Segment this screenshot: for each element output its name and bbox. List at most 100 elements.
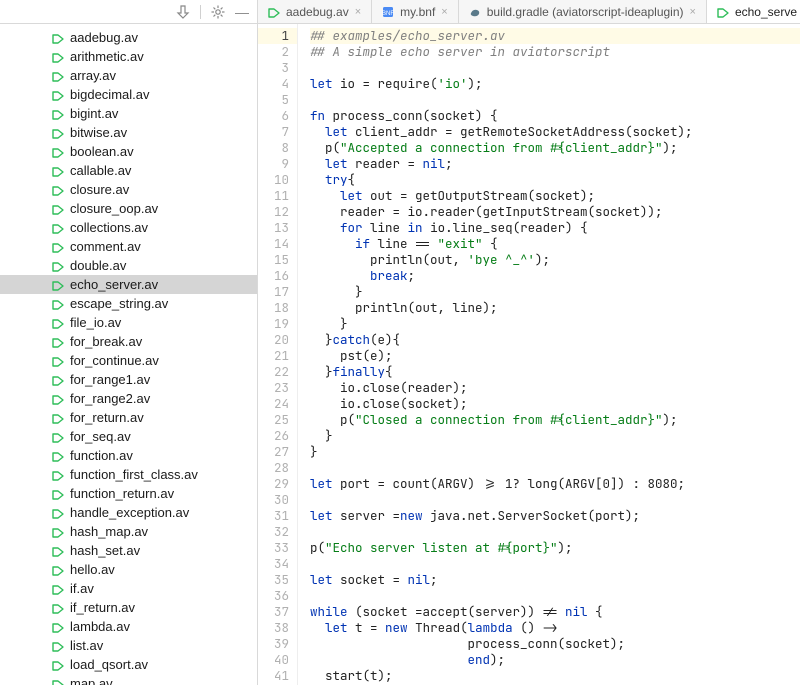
editor-tab-aadebug-av[interactable]: aadebug.av×: [258, 0, 372, 23]
line-number[interactable]: 5: [258, 92, 289, 108]
tree-file-if-av[interactable]: if.av: [0, 579, 257, 598]
tree-file-load_qsort-av[interactable]: load_qsort.av: [0, 655, 257, 674]
close-tab-icon[interactable]: ×: [441, 6, 447, 18]
line-number[interactable]: 17: [258, 284, 289, 300]
line-number[interactable]: 11: [258, 188, 289, 204]
line-number[interactable]: 39: [258, 636, 289, 652]
tree-file-handle_exception-av[interactable]: handle_exception.av: [0, 503, 257, 522]
line-number[interactable]: 40: [258, 652, 289, 668]
line-number[interactable]: 34: [258, 556, 289, 572]
tree-file-hash_set-av[interactable]: hash_set.av: [0, 541, 257, 560]
line-number[interactable]: 21: [258, 348, 289, 364]
code-line[interactable]: ## examples/echo_server.av: [310, 28, 800, 44]
code-line[interactable]: fn process_conn(socket) {: [310, 108, 800, 124]
line-number[interactable]: 6: [258, 108, 289, 124]
tree-file-closure_oop-av[interactable]: closure_oop.av: [0, 199, 257, 218]
line-number[interactable]: 37: [258, 604, 289, 620]
line-number[interactable]: 31: [258, 508, 289, 524]
code-line[interactable]: }: [310, 428, 800, 444]
code-line[interactable]: println(out, 'bye ^_^');: [310, 252, 800, 268]
code-line[interactable]: let port = count(ARGV) >= 1? long(ARGV[0…: [310, 476, 800, 492]
code-line[interactable]: reader = io.reader(getInputStream(socket…: [310, 204, 800, 220]
editor-tab-build-gradle-aviatorscript-ideaplugin-[interactable]: build.gradle (aviatorscript-ideaplugin)×: [459, 0, 707, 23]
code-line[interactable]: p("Closed a connection from #{client_add…: [310, 412, 800, 428]
line-number[interactable]: 16: [258, 268, 289, 284]
code-line[interactable]: let server =new java.net.ServerSocket(po…: [310, 508, 800, 524]
code-editor[interactable]: ## examples/echo_server.av## A simple ec…: [298, 24, 800, 685]
tree-file-for_continue-av[interactable]: for_continue.av: [0, 351, 257, 370]
tree-file-function_return-av[interactable]: function_return.av: [0, 484, 257, 503]
tree-file-bigdecimal-av[interactable]: bigdecimal.av: [0, 85, 257, 104]
tree-file-bitwise-av[interactable]: bitwise.av: [0, 123, 257, 142]
line-number[interactable]: 38: [258, 620, 289, 636]
line-number[interactable]: 24: [258, 396, 289, 412]
code-line[interactable]: [310, 524, 800, 540]
tree-file-function_first_class-av[interactable]: function_first_class.av: [0, 465, 257, 484]
code-line[interactable]: [310, 556, 800, 572]
line-number[interactable]: 19: [258, 316, 289, 332]
tree-file-file_io-av[interactable]: file_io.av: [0, 313, 257, 332]
tree-file-double-av[interactable]: double.av: [0, 256, 257, 275]
tree-file-map-av[interactable]: map.av: [0, 674, 257, 685]
code-line[interactable]: io.close(reader);: [310, 380, 800, 396]
line-number[interactable]: 3: [258, 60, 289, 76]
tree-file-for_seq-av[interactable]: for_seq.av: [0, 427, 257, 446]
line-number[interactable]: 20: [258, 332, 289, 348]
code-line[interactable]: }: [310, 316, 800, 332]
tree-file-for_range2-av[interactable]: for_range2.av: [0, 389, 257, 408]
tree-file-bigint-av[interactable]: bigint.av: [0, 104, 257, 123]
code-line[interactable]: let client_addr = getRemoteSocketAddress…: [310, 124, 800, 140]
code-line[interactable]: io.close(socket);: [310, 396, 800, 412]
line-number[interactable]: 23: [258, 380, 289, 396]
code-line[interactable]: }finally{: [310, 364, 800, 380]
line-number[interactable]: 14: [258, 236, 289, 252]
code-line[interactable]: }: [310, 444, 800, 460]
code-line[interactable]: println(out, line);: [310, 300, 800, 316]
line-number[interactable]: 13: [258, 220, 289, 236]
code-line[interactable]: let socket = nil;: [310, 572, 800, 588]
editor-tab-my-bnf[interactable]: BNFmy.bnf×: [372, 0, 459, 23]
line-number[interactable]: 35: [258, 572, 289, 588]
code-line[interactable]: let io = require('io');: [310, 76, 800, 92]
line-number[interactable]: 15: [258, 252, 289, 268]
line-number[interactable]: 2: [258, 44, 289, 60]
code-line[interactable]: [310, 60, 800, 76]
code-line[interactable]: [310, 492, 800, 508]
code-line[interactable]: start(t);: [310, 668, 800, 684]
line-number[interactable]: 18: [258, 300, 289, 316]
tree-file-lambda-av[interactable]: lambda.av: [0, 617, 257, 636]
line-number[interactable]: 32: [258, 524, 289, 540]
line-number[interactable]: 41: [258, 668, 289, 684]
code-line[interactable]: let t = new Thread(lambda () ->: [310, 620, 800, 636]
code-line[interactable]: end);: [310, 652, 800, 668]
code-line[interactable]: [310, 92, 800, 108]
line-number[interactable]: 28: [258, 460, 289, 476]
code-line[interactable]: }catch(e){: [310, 332, 800, 348]
tree-file-echo_server-av[interactable]: echo_server.av: [0, 275, 257, 294]
line-number[interactable]: 4: [258, 76, 289, 92]
line-number[interactable]: 36: [258, 588, 289, 604]
line-number[interactable]: 8: [258, 140, 289, 156]
code-line[interactable]: pst(e);: [310, 348, 800, 364]
line-number[interactable]: 26: [258, 428, 289, 444]
select-open-file-icon[interactable]: [176, 5, 190, 19]
code-line[interactable]: p("Accepted a connection from #{client_a…: [310, 140, 800, 156]
tree-file-array-av[interactable]: array.av: [0, 66, 257, 85]
tree-file-closure-av[interactable]: closure.av: [0, 180, 257, 199]
tree-file-function-av[interactable]: function.av: [0, 446, 257, 465]
tree-file-aadebug-av[interactable]: aadebug.av: [0, 28, 257, 47]
editor-tab-echo-serve[interactable]: echo_serve: [707, 0, 800, 23]
tree-file-for_break-av[interactable]: for_break.av: [0, 332, 257, 351]
tree-file-callable-av[interactable]: callable.av: [0, 161, 257, 180]
line-number[interactable]: 25: [258, 412, 289, 428]
tree-file-comment-av[interactable]: comment.av: [0, 237, 257, 256]
close-tab-icon[interactable]: ×: [690, 6, 696, 18]
tree-file-escape_string-av[interactable]: escape_string.av: [0, 294, 257, 313]
code-line[interactable]: ## A simple echo server in aviatorscript: [310, 44, 800, 60]
code-line[interactable]: p("Echo server listen at #{port}");: [310, 540, 800, 556]
tree-file-list-av[interactable]: list.av: [0, 636, 257, 655]
tree-file-for_return-av[interactable]: for_return.av: [0, 408, 257, 427]
code-line[interactable]: [310, 588, 800, 604]
settings-gear-icon[interactable]: [211, 5, 225, 19]
hide-tool-window-icon[interactable]: —: [235, 5, 249, 19]
